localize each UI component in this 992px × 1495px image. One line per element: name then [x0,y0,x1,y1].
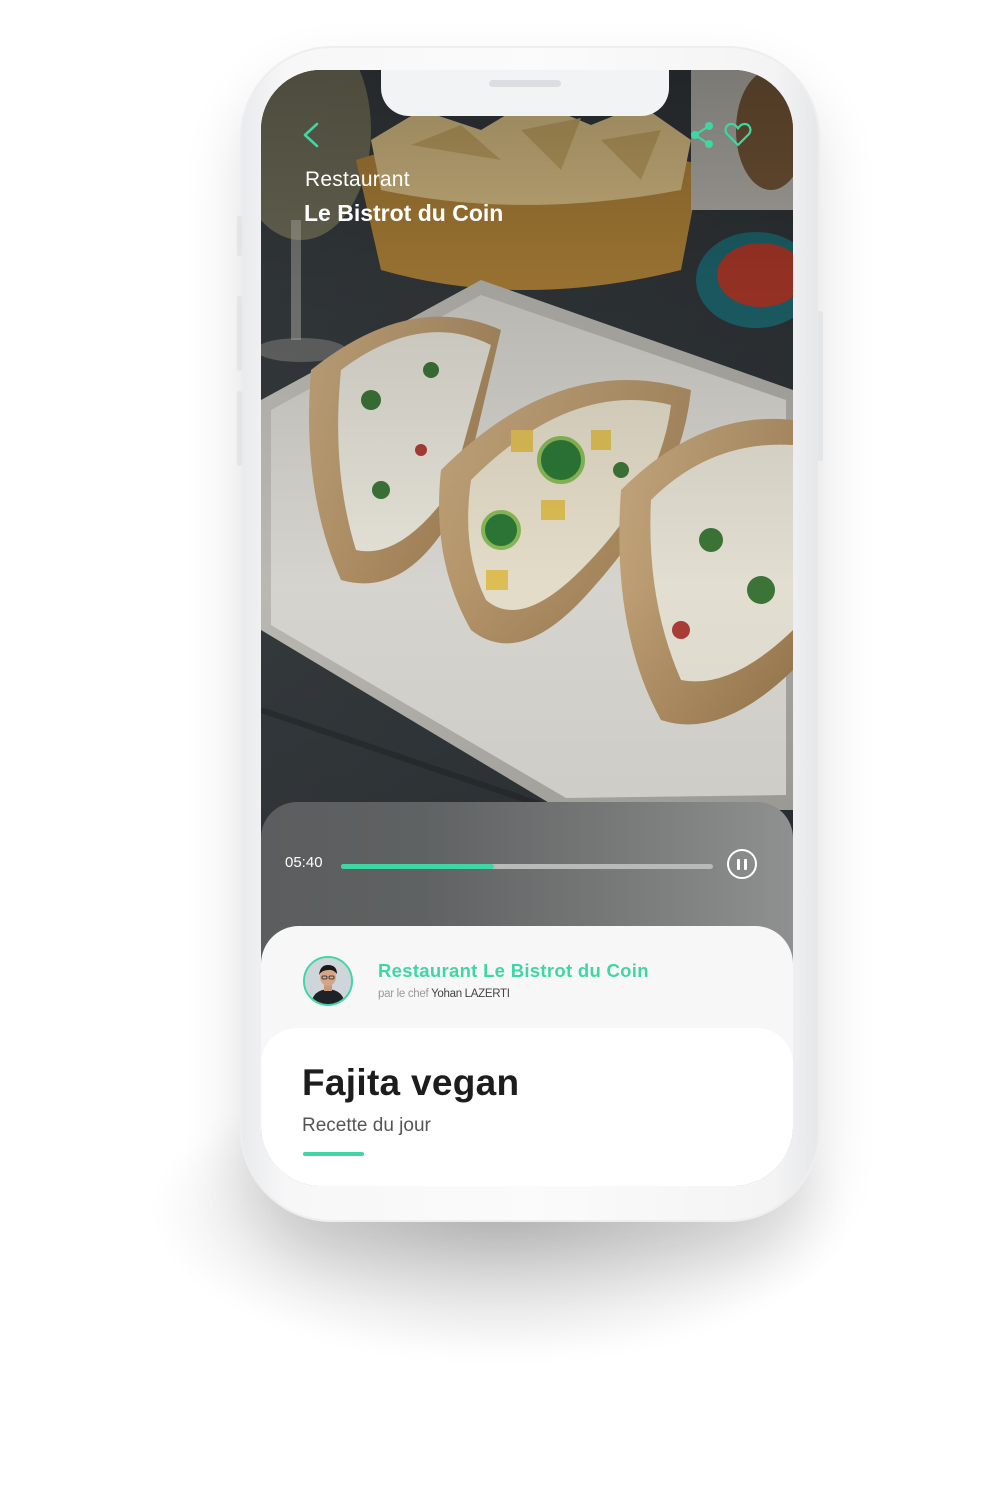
header-title: Le Bistrot du Coin [304,200,504,226]
speaker-grille [489,80,561,87]
power-button [818,311,823,461]
recipe-title: Fajita vegan [302,1062,520,1103]
chef-prefix: par le chef [378,988,429,1000]
accent-underline [303,1152,364,1156]
pause-icon [737,859,740,870]
share-icon[interactable] [689,120,717,150]
chef-byline: par le chef Yohan LAZERTI [378,988,510,1000]
pause-button[interactable] [727,849,757,879]
chef-name: Yohan LAZERTI [431,988,510,1000]
elapsed-time: 05:40 [285,854,323,871]
recipe-subtitle: Recette du jour [302,1115,431,1136]
mute-switch [237,216,242,256]
photo-overlay [261,70,793,930]
progress-slider[interactable] [341,864,713,869]
chef-avatar[interactable] [303,956,353,1006]
heart-icon[interactable] [723,120,753,150]
header-kicker: Restaurant [305,168,410,191]
volume-up-button [237,296,242,371]
recipe-card: Fajita vegan Recette du jour [261,1028,793,1186]
phone-notch [381,70,669,116]
pause-icon-bar [744,859,747,870]
volume-down-button [237,391,242,466]
app-screen: Restaurant Le Bistrot du Coin 05:40 Rest… [261,70,793,1186]
back-chevron-icon[interactable] [297,120,323,150]
progress-fill [341,864,494,869]
restaurant-name[interactable]: Restaurant Le Bistrot du Coin [378,960,649,982]
